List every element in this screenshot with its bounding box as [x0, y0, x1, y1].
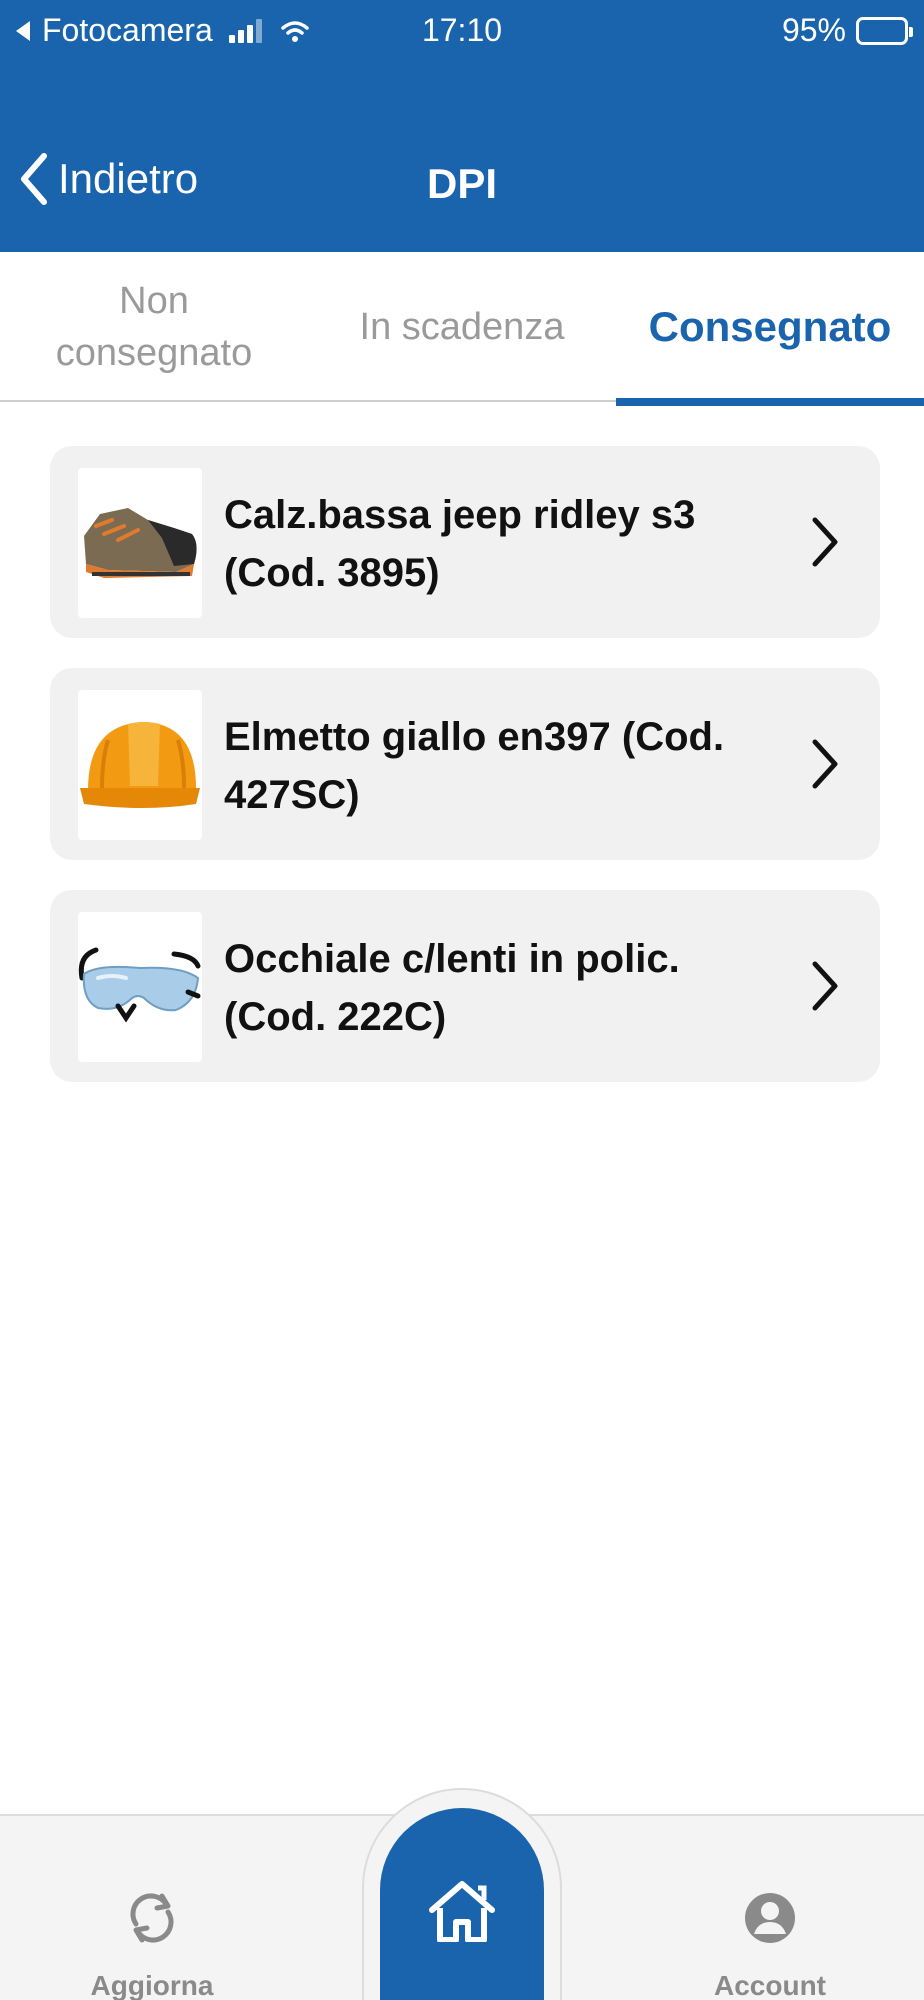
chevron-right-icon — [812, 517, 838, 567]
header: Fotocamera 17:10 95% Indietro DPI — [0, 0, 924, 252]
home-icon — [429, 1881, 495, 1942]
refresh-label: Aggiorna — [90, 1970, 214, 2000]
tab-label: Non consegnato — [55, 280, 253, 374]
item-name: Calz.bassa jeep ridley s3 (Cod. 3895) — [224, 493, 696, 595]
chevron-right-icon — [812, 961, 838, 1011]
refresh-icon — [130, 1893, 174, 1943]
status-bar: Fotocamera 17:10 95% — [0, 0, 924, 64]
battery-percent: 95% — [781, 12, 846, 48]
list-item[interactable]: Elmetto giallo en397 (Cod. 427SC) — [50, 668, 880, 860]
account-icon — [745, 1893, 795, 1943]
item-name: Occhiale c/lenti in polic. (Cod. 222C) — [224, 937, 680, 1039]
dpi-list: Calz.bassa jeep ridley s3 (Cod. 3895) El… — [50, 446, 880, 1112]
active-tab-indicator — [616, 398, 924, 406]
list-item[interactable]: Calz.bassa jeep ridley s3 (Cod. 3895) — [50, 446, 880, 638]
tab-non-consegnato[interactable]: Non consegnato — [0, 252, 308, 402]
navigation-bar: Indietro DPI — [0, 130, 924, 240]
tab-label: In scadenza — [359, 306, 565, 348]
tab-label: Consegnato — [648, 303, 892, 350]
screen: Fotocamera 17:10 95% Indietro DPI Non co… — [0, 0, 924, 2000]
safety-glasses-thumbnail — [78, 912, 202, 1062]
account-label: Account — [714, 1970, 826, 2000]
safety-shoe-thumbnail — [78, 468, 202, 618]
chevron-right-icon — [812, 739, 838, 789]
item-name: Elmetto giallo en397 (Cod. 427SC) — [224, 715, 725, 817]
account-button[interactable]: Account — [660, 1816, 880, 2000]
tab-bar: Non consegnato In scadenza Consegnato — [0, 252, 924, 406]
status-right: 95% — [781, 12, 913, 49]
hard-hat-icon — [80, 722, 200, 808]
hard-hat-thumbnail — [78, 690, 202, 840]
tab-consegnato[interactable]: Consegnato — [616, 252, 924, 402]
refresh-button[interactable]: Aggiorna — [42, 1816, 262, 2000]
home-button[interactable] — [380, 1808, 544, 2000]
tab-in-scadenza[interactable]: In scadenza — [308, 252, 616, 402]
safety-glasses-icon — [78, 947, 201, 1023]
safety-shoe-icon — [84, 508, 197, 578]
battery-icon — [856, 16, 913, 45]
page-title: DPI — [426, 160, 497, 207]
list-item[interactable]: Occhiale c/lenti in polic. (Cod. 222C) — [50, 890, 880, 1082]
